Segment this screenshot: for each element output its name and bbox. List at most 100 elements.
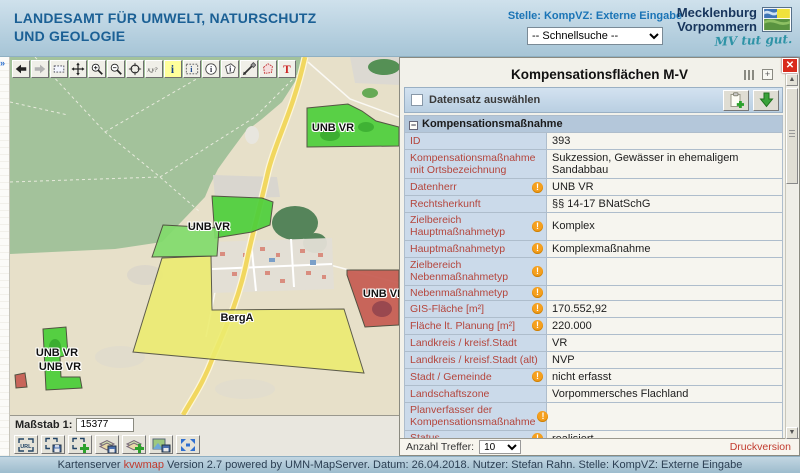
section-header-row: Kompensationsmaßnahme [405, 116, 783, 133]
scroll-thumb[interactable] [786, 88, 798, 184]
extent-add-icon[interactable] [68, 435, 92, 454]
hits-label: Anzahl Treffer: [406, 441, 474, 453]
layers-save-icon[interactable] [95, 435, 119, 454]
pan-icon[interactable] [69, 60, 87, 78]
attribute-value [547, 285, 783, 300]
draw-polygon-icon[interactable] [259, 60, 277, 78]
app-header: LANDESAMT FÜR UMWELT, NATURSCHUTZ UND GE… [0, 0, 800, 57]
status-footer: Kartenserver kvwmap Version 2.7 powered … [0, 456, 800, 473]
zoom-in-icon[interactable] [88, 60, 106, 78]
columns-view-icon[interactable] [744, 70, 754, 80]
attribute-label: Rechtsherkunft [410, 198, 481, 210]
attribute-label: Landkreis / kreisf.Stadt [410, 337, 517, 349]
scale-bar: Maßstab 1: [10, 415, 399, 433]
warning-icon[interactable] [532, 287, 543, 298]
close-icon[interactable]: ✕ [782, 58, 798, 73]
info-select-box-icon[interactable]: i [183, 60, 201, 78]
download-icon[interactable] [753, 90, 779, 111]
map-canvas[interactable]: UNB VR UNB VR UNB VR BergA UNB VR UNB VR [10, 57, 399, 415]
logo-slogan: MV tut gut. [677, 32, 793, 50]
attribute-value [547, 257, 783, 285]
stelle-label: Stelle: KompVZ: Externe Eingabe [500, 10, 690, 22]
map-export-icon[interactable] [149, 435, 173, 454]
warning-icon[interactable] [532, 320, 543, 331]
panel-scrollbar[interactable] [785, 74, 798, 439]
footer-text: Version 2.7 powered by UMN-MapServer. Da… [164, 459, 742, 471]
attribute-value: 393 [547, 133, 783, 150]
info-icon[interactable]: i [164, 60, 182, 78]
query-xy-icon[interactable]: x,y? [145, 60, 163, 78]
select-record-checkbox[interactable] [411, 94, 423, 106]
warning-icon[interactable] [532, 182, 543, 193]
collapse-icon[interactable] [409, 121, 418, 130]
map[interactable]: UNB VR UNB VR UNB VR BergA UNB VR UNB VR [10, 57, 399, 456]
attribute-value: 170.552,92 [547, 300, 783, 317]
scale-input[interactable] [76, 418, 134, 432]
area-label: UNB VR [363, 288, 399, 300]
warning-icon[interactable] [532, 221, 543, 232]
mv-logo: Mecklenburg Vorpommern MV tut gut. [677, 6, 792, 48]
table-row: GIS-Fläche [m²] 170.552,92 [405, 300, 783, 317]
select-record-label: Datensatz auswählen [429, 94, 719, 106]
extent-save-icon[interactable] [41, 435, 65, 454]
agency-title: LANDESAMT FÜR UMWELT, NATURSCHUTZ UND GE… [14, 9, 316, 45]
section-title: Kompensationsmaßnahme [422, 118, 563, 130]
attribute-label: Fläche lt. Planung [m²] [410, 320, 515, 332]
table-row: Landkreis / kreisf.Stadt VR [405, 334, 783, 351]
attribute-value: Sukzession, Gewässer in ehemaligem Sanda… [547, 150, 783, 179]
table-row: Rechtsherkunft §§ 14-17 BNatSchG [405, 196, 783, 213]
attribute-label: ID [410, 135, 421, 147]
svg-text:x,y?: x,y? [147, 68, 157, 74]
record-select-bar: Datensatz auswählen [404, 87, 783, 113]
hits-select[interactable]: 10 [479, 440, 521, 454]
kvwmap-link[interactable]: kvwmap [124, 459, 164, 471]
scroll-down-icon[interactable] [786, 427, 798, 439]
table-row: Fläche lt. Planung [m²] 220.000 [405, 317, 783, 334]
attribute-label: GIS-Fläche [m²] [410, 303, 484, 315]
center-point-icon[interactable] [126, 60, 144, 78]
print-version-link[interactable]: Druckversion [730, 441, 791, 453]
info-circle-icon[interactable]: i [202, 60, 220, 78]
zoom-out-icon[interactable] [107, 60, 125, 78]
table-row: Zielbereich Hauptmaßnahmetyp Komplex [405, 213, 783, 241]
attribute-label: Nebenmaßnahmetyp [410, 287, 508, 299]
map-toolbar: x,y? i i i i T [12, 60, 296, 78]
attribute-value: nicht erfasst [547, 368, 783, 385]
map-bottom-toolbar: URL [10, 433, 399, 456]
table-row: Landkreis / kreisf.Stadt (alt) NVP [405, 351, 783, 368]
forward-icon[interactable] [31, 60, 49, 78]
warning-icon[interactable] [532, 243, 543, 254]
attribute-value: §§ 14-17 BNatSchG [547, 196, 783, 213]
table-row: Hauptmaßnahmetyp Komplexmaßnahme [405, 240, 783, 257]
table-row: Nebenmaßnahmetyp [405, 285, 783, 300]
table-row: Landschaftszone Vorpommersches Flachland [405, 385, 783, 402]
area-label: BergA [220, 312, 253, 324]
expand-panel-icon[interactable]: + [762, 69, 773, 80]
area-label: UNB VR [312, 122, 354, 134]
fit-extent-icon[interactable] [176, 435, 200, 454]
warning-icon[interactable] [532, 303, 543, 314]
new-record-icon[interactable] [723, 90, 749, 111]
table-row: Zielbereich Nebenmaßnahmetyp [405, 257, 783, 285]
layers-add-icon[interactable] [122, 435, 146, 454]
attribute-value: Komplexmaßnahme [547, 240, 783, 257]
table-row: Datenherr UNB VR [405, 179, 783, 196]
expand-legend-icon[interactable]: » [0, 58, 5, 68]
scroll-up-icon[interactable] [786, 74, 798, 86]
back-icon[interactable] [12, 60, 30, 78]
attribute-label: Hauptmaßnahmetyp [410, 243, 505, 255]
area-label: UNB VR [36, 347, 78, 359]
warning-icon[interactable] [532, 371, 543, 382]
attribute-value: UNB VR [547, 179, 783, 196]
table-row: ID 393 [405, 133, 783, 150]
add-text-icon[interactable]: T [278, 60, 296, 78]
info-polygon-icon[interactable]: i [221, 60, 239, 78]
extent-url-icon[interactable]: URL [14, 435, 38, 454]
attribute-label: Zielbereich Hauptmaßnahmetyp [410, 214, 530, 239]
measure-icon[interactable] [240, 60, 258, 78]
svg-text:T: T [283, 64, 291, 76]
footer-text: Kartenserver [58, 459, 124, 471]
warning-icon[interactable] [532, 266, 543, 277]
quicksearch-select[interactable]: -- Schnellsuche -- [527, 27, 663, 45]
zoom-extent-icon[interactable] [50, 60, 68, 78]
